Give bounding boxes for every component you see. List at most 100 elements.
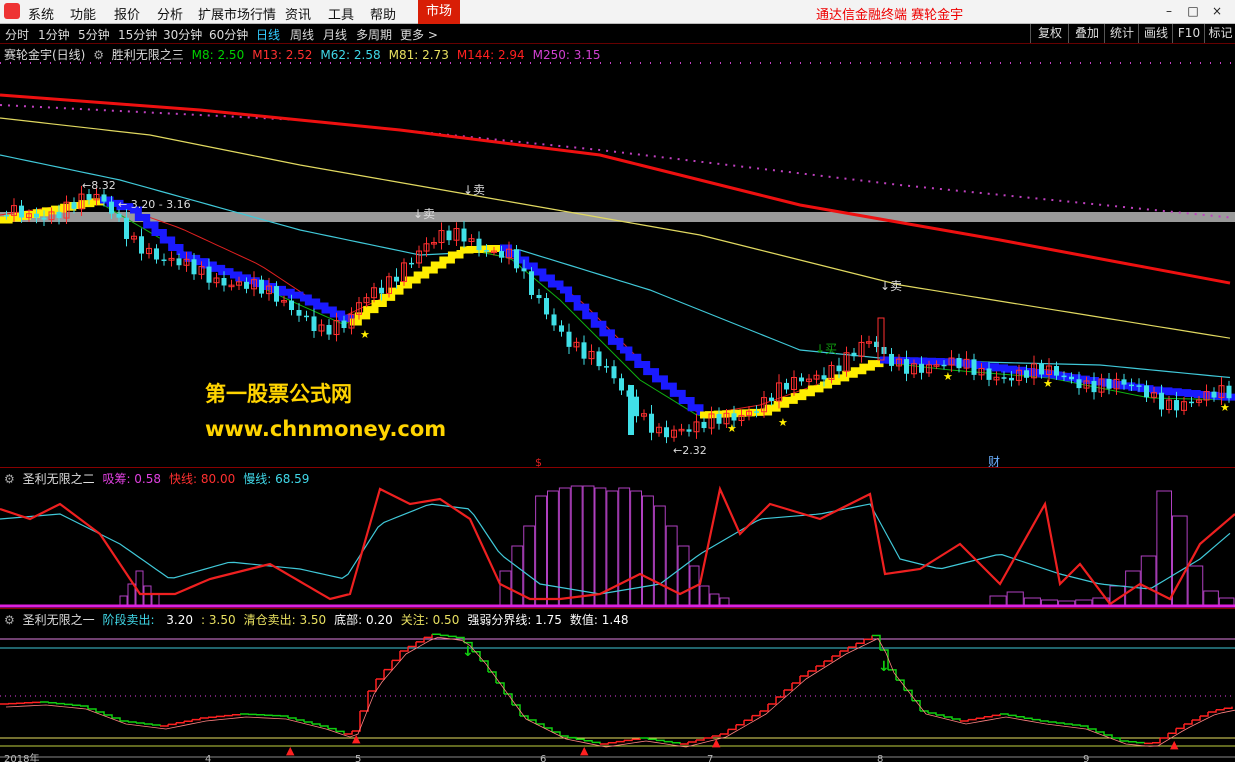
period-weekly[interactable]: 周线 [290, 26, 314, 43]
sell-marker-3: ↓卖 [880, 279, 902, 293]
tool-adjust[interactable]: 复权 [1030, 24, 1069, 43]
candle-body [259, 279, 264, 294]
candle-body [1129, 384, 1134, 387]
candle-body [686, 429, 692, 432]
candle-body [956, 358, 962, 369]
tool-overlay[interactable]: 叠加 [1068, 24, 1105, 43]
period-timeshare[interactable]: 分时 [5, 26, 29, 43]
tool-draw[interactable]: 画线 [1138, 24, 1173, 43]
period-daily[interactable]: 日线 [256, 26, 280, 43]
brand-title: 通达信金融终端 赛轮金宇 [816, 8, 964, 23]
menu-analysis[interactable]: 分析 [157, 4, 183, 23]
tool-f10[interactable]: F10 [1172, 24, 1205, 43]
candle-body [664, 427, 669, 438]
strength-step-60 [480, 660, 489, 672]
mid-indicator-chart[interactable] [0, 484, 1235, 608]
menu-news[interactable]: 资讯 [285, 4, 311, 23]
strength-step-142 [1136, 741, 1145, 744]
candle-body [379, 287, 384, 294]
strength-step-62 [496, 682, 505, 694]
market-button[interactable]: 市场 [418, 0, 460, 24]
sell-arrow-0: ↓ [462, 644, 474, 660]
candle-body [529, 271, 534, 295]
candle-body [124, 217, 129, 239]
buy-arrow-3: ▲ [712, 736, 721, 749]
accumulation-bar-1-10 [618, 487, 631, 607]
menu-help[interactable]: 帮助 [370, 4, 396, 23]
candle-body [1121, 379, 1127, 385]
menu-function[interactable]: 功能 [70, 4, 96, 23]
bottom-legend-item-1: 3.20 [166, 613, 194, 627]
candle-body [1211, 391, 1217, 398]
range-label: ← 3.20 - 3.16 [118, 198, 191, 211]
strength-step-84 [672, 742, 681, 744]
accumulation-bar-4-2 [1140, 555, 1157, 607]
close-icon[interactable]: × [1208, 3, 1226, 19]
strength-step-133 [1064, 723, 1073, 725]
slow-line [0, 503, 1231, 595]
candle-body [176, 258, 182, 266]
strength-step-94 [752, 711, 761, 717]
strength-smooth [5, 636, 1235, 748]
strength-step-150 [1200, 712, 1209, 717]
buy-arrow-0: ▲ [286, 744, 295, 757]
candle-body [799, 377, 804, 382]
strength-step-50 [400, 646, 409, 652]
period-60min[interactable]: 60分钟 [209, 26, 248, 43]
candle-body [1039, 363, 1044, 375]
candle-body [1174, 400, 1179, 411]
candle-body [394, 276, 399, 282]
accumulation-bar-1-1 [511, 545, 524, 607]
strength-step-95 [760, 704, 769, 712]
strength-step-75 [600, 742, 609, 745]
accumulation-bar-2-2 [709, 593, 720, 607]
strength-step-92 [736, 720, 745, 726]
strength-step-107 [856, 639, 865, 644]
menu-quote[interactable]: 报价 [114, 4, 140, 23]
strength-step-51 [408, 641, 417, 648]
period-monthly[interactable]: 月线 [323, 26, 347, 43]
menu-tools[interactable]: 工具 [328, 4, 354, 23]
strength-step-5 [40, 701, 49, 703]
period-5min[interactable]: 5分钟 [78, 26, 110, 43]
period-more[interactable]: 更多 > [400, 26, 438, 43]
time-label-0: 2018年 [4, 752, 39, 762]
candle-body [206, 266, 212, 283]
period-multi[interactable]: 多周期 [356, 26, 392, 43]
candle-body [1054, 366, 1059, 376]
strength-step-90 [720, 729, 729, 735]
time-label-5: 8 [877, 754, 883, 762]
period-15min[interactable]: 15分钟 [118, 26, 157, 43]
period-30min[interactable]: 30分钟 [163, 26, 202, 43]
accumulation-bar-4-3 [1156, 490, 1172, 607]
candle-body [109, 201, 114, 214]
strength-step-8 [64, 703, 73, 706]
accumulation-bar-1-6 [570, 485, 583, 607]
strength-step-134 [1072, 724, 1081, 726]
candle-body [1144, 385, 1149, 398]
accumulation-bar-1-4 [547, 490, 559, 607]
bottom-legend-item-2: : 3.50 [201, 613, 236, 627]
strength-step-19 [152, 724, 161, 726]
menu-system[interactable]: 系统 [28, 4, 54, 23]
tool-stats[interactable]: 统计 [1104, 24, 1139, 43]
menu-extended-market[interactable]: 扩展市场行情 [198, 4, 276, 23]
candle-body [191, 259, 197, 275]
bottom-settings-gear-icon[interactable]: ⚙ [4, 613, 15, 627]
candle-body [986, 368, 992, 380]
strength-step-74 [592, 741, 601, 744]
strength-step-9 [72, 704, 81, 706]
strength-step-55 [440, 634, 449, 637]
bottom-legend-item-0: 阶段卖出: [102, 613, 159, 627]
bottom-indicator-chart[interactable]: ↓ ↓ ▲ ▲ ▲ ▲ ▲ 2018年 4 5 6 7 8 9 [0, 626, 1235, 762]
strength-step-86 [688, 740, 697, 743]
period-1min[interactable]: 1分钟 [38, 26, 70, 43]
main-candlestick-chart[interactable]: ★★ ★★★★←8.32← 3.20 - 3.16←2.32↓卖↓卖↓卖↓买$ 财 [0, 60, 1235, 468]
tool-mark[interactable]: 标记 [1204, 24, 1235, 43]
minimize-icon[interactable]: – [1160, 3, 1178, 19]
buy-star-0: ★ [360, 328, 370, 341]
strength-step-17 [136, 722, 145, 724]
bottom-formula-name[interactable]: 圣利无限之一 [23, 613, 95, 627]
maximize-icon[interactable]: □ [1184, 3, 1202, 19]
bottom-legend-item-6: 强弱分界线: 1.75 [467, 613, 562, 627]
